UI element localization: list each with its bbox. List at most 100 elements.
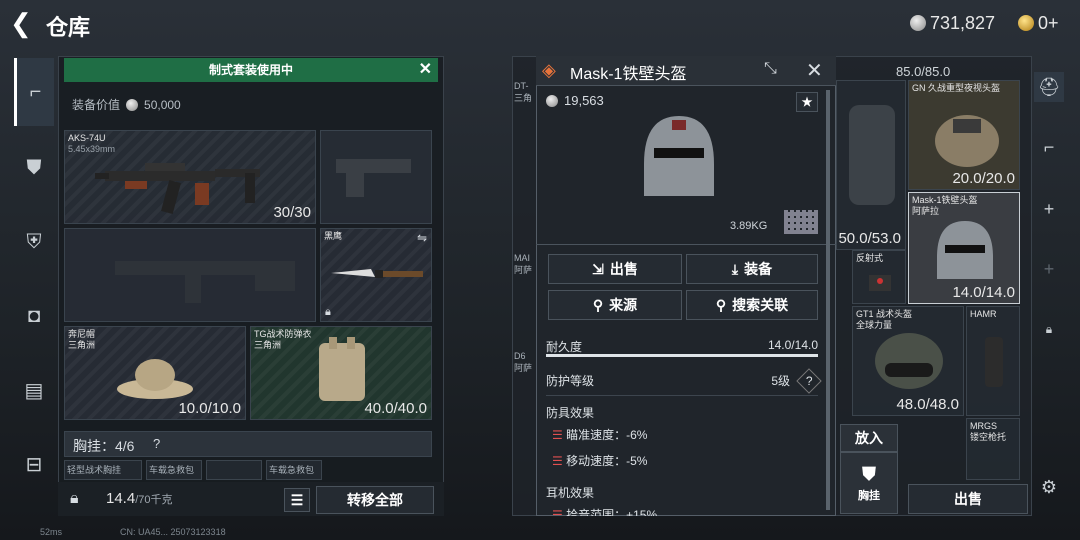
storage-vest-cell[interactable]: 50.0/53.0 — [836, 80, 906, 250]
knife-icon — [331, 269, 423, 278]
weapon-ammo: 30/30 — [273, 204, 311, 221]
durability-bar — [546, 354, 818, 357]
mask-helmet-icon — [937, 221, 993, 279]
item-quality-icon: ◈ — [542, 60, 556, 80]
back-arrow-icon[interactable]: ❮ — [10, 10, 38, 38]
favorite-button[interactable]: ★ — [796, 92, 818, 112]
add-icon[interactable]: + — [1034, 194, 1064, 224]
primary-weapon-slot[interactable]: AKS-74U 5.45x39mm 30/30 — [64, 130, 316, 224]
pistol-slot[interactable] — [320, 130, 432, 224]
list-icon: ☰ — [290, 491, 304, 508]
toolbox-icon: ⊟ — [25, 453, 43, 476]
put-in-button[interactable]: 放入 — [840, 424, 898, 452]
debuff-icon: ☰ — [552, 508, 567, 516]
protection-value: 5级 — [771, 374, 790, 388]
page-title: 仓库 — [46, 15, 91, 40]
item-price-value: 19,563 — [564, 93, 604, 108]
sidebar-vest-tab[interactable]: ⛊ — [14, 148, 54, 188]
hamr-cell[interactable]: HAMR — [966, 306, 1020, 416]
item-price: 19,563 — [546, 93, 604, 108]
vest-origin: 三角洲 — [254, 340, 282, 350]
gt1-helmet-name: GT1 战术头盔 — [856, 309, 913, 319]
equipment-value: 装备价值 50,000 — [72, 96, 181, 113]
chest-rig-button[interactable]: ⛊ 胸挂 — [840, 452, 898, 514]
side-label: MAI — [514, 253, 531, 263]
chest-item[interactable] — [206, 460, 262, 480]
sidebar-weapons-tab[interactable]: ⌐ — [14, 58, 54, 126]
lock-icon[interactable]: 🔒︎ — [70, 490, 79, 508]
side-label: 三角 — [514, 93, 533, 103]
hat-name: 奔尼帽 — [68, 329, 96, 339]
sidebar-case-tab[interactable]: ▤ — [14, 370, 54, 410]
reflex-sight-name: 反射式 — [856, 253, 884, 263]
knife-name: 黑鹰 — [324, 231, 343, 241]
silver-coin-icon — [126, 98, 139, 111]
vest-name: TG战术防弹衣 — [254, 329, 312, 339]
body-armor-slot[interactable]: TG战术防弹衣 三角洲 40.0/40.0 — [250, 326, 432, 420]
weight-value: 14.4 — [106, 490, 136, 507]
gold-currency[interactable]: 0+ — [1018, 12, 1059, 34]
vest-icon: ⛊ — [862, 463, 876, 484]
silver-coin-icon — [910, 15, 926, 31]
hat-label: 奔尼帽 三角洲 — [68, 329, 95, 351]
storage-vest-durability: 50.0/53.0 — [838, 230, 901, 247]
chest-item[interactable]: 轻型战术胸挂 — [64, 460, 142, 480]
equip-button-label: 装备 — [744, 261, 773, 277]
side-label: D6 — [514, 351, 526, 361]
silver-amount: 731,827 — [930, 12, 996, 33]
gear-icon[interactable]: ⚙ — [1034, 472, 1064, 502]
search-related-button[interactable]: ⚲ 搜索关联 — [686, 290, 818, 320]
close-icon[interactable]: ✕ — [419, 58, 432, 82]
storage-left-column: DT- 三角 MAI 阿萨 D6 阿萨 — [514, 58, 538, 478]
mrgs-origin: 镂空枪托 — [970, 432, 1007, 442]
armor-vest-icon — [319, 337, 365, 401]
side-label: DT- — [514, 81, 529, 91]
secondary-weapon-slot[interactable] — [64, 228, 316, 322]
sell-button[interactable]: ⇲ 出售 — [548, 254, 682, 284]
chest-rig-label: 胸挂：4/6 — [73, 438, 135, 454]
mask-helmet-cell[interactable]: Mask-1铁壁头盔 阿萨拉 14.0/14.0 — [908, 192, 1020, 304]
source-button[interactable]: ⚲ 来源 — [548, 290, 682, 320]
swap-icon[interactable]: ⇋ — [417, 231, 427, 245]
close-icon[interactable]: ✕ — [806, 58, 823, 83]
mask-helmet-name: Mask-1铁壁头盔 — [912, 195, 978, 205]
gt1-helmet-icon — [875, 333, 943, 389]
transfer-all-button[interactable]: 转移全部 — [316, 486, 434, 514]
chest-rig-header[interactable]: 胸挂：4/6 ? — [64, 431, 432, 457]
durability-row: 耐久度 14.0/14.0 — [546, 338, 826, 355]
sell-button-bottom[interactable]: 出售 — [908, 484, 1028, 514]
list-view-button[interactable]: ☰ — [284, 488, 310, 512]
lock-icon[interactable]: 🔒︎ — [1034, 314, 1064, 344]
screen: ❮ 仓库 731,827 0+ ⌐ ⛊ ⛨ ◘ ▤ ⊟ 制式套装使用中 ✕ 装备… — [0, 0, 1080, 540]
dialog-scrollbar[interactable] — [826, 90, 830, 510]
collapse-icon[interactable]: ⤡ — [764, 60, 777, 78]
melee-slot[interactable]: 黑鹰 ⇋ 🔒︎ — [320, 228, 432, 322]
sidebar-armor-tab[interactable]: ⛨ — [14, 222, 54, 262]
chest-rig-items: 轻型战术胸挂 车载急救包 车载急救包 — [64, 460, 432, 480]
chest-rig-help[interactable]: ? — [153, 436, 160, 451]
chest-item[interactable]: 车载急救包 — [146, 460, 202, 480]
hat-durability: 10.0/10.0 — [178, 400, 241, 417]
helmet-slot[interactable]: 奔尼帽 三角洲 10.0/10.0 — [64, 326, 246, 420]
headset-effect-heading: 耳机效果 — [546, 486, 595, 500]
vest-durability: 40.0/40.0 — [364, 400, 427, 417]
reflex-sight-cell[interactable]: 反射式 — [852, 250, 906, 304]
equip-button[interactable]: ⤓ 装备 — [686, 254, 818, 284]
dialog-title: Mask-1铁壁头盔 — [570, 66, 687, 83]
sidebar-backpack-tab[interactable]: ◘ — [14, 296, 54, 336]
helmet-filter-icon[interactable]: ⛑ — [1034, 72, 1064, 102]
hamr-name: HAMR — [970, 309, 997, 319]
mrgs-cell[interactable]: MRGS 镂空枪托 — [966, 418, 1020, 480]
mask-helmet-durability: 14.0/14.0 — [952, 284, 1015, 301]
gold-amount: 0+ — [1038, 12, 1059, 33]
gt1-helmet-cell[interactable]: GT1 战术头盔 全球力量 48.0/48.0 — [852, 306, 964, 416]
weapon-filter-icon[interactable]: ⌐ — [1034, 132, 1064, 162]
nv-helmet-cell[interactable]: GN 久战重型夜视头盔 20.0/20.0 — [908, 80, 1020, 190]
reflex-sight-icon — [869, 275, 891, 291]
effect-row: ☰ 移动速度：-5% — [552, 452, 832, 469]
loadout-banner: 制式套装使用中 ✕ — [64, 58, 438, 82]
sidebar-toolbox-tab[interactable]: ⊟ — [14, 444, 54, 484]
search-icon: ⚲ — [592, 296, 604, 313]
chest-item[interactable]: 车载急救包 — [266, 460, 322, 480]
pistol-icon: ⌐ — [29, 80, 42, 103]
